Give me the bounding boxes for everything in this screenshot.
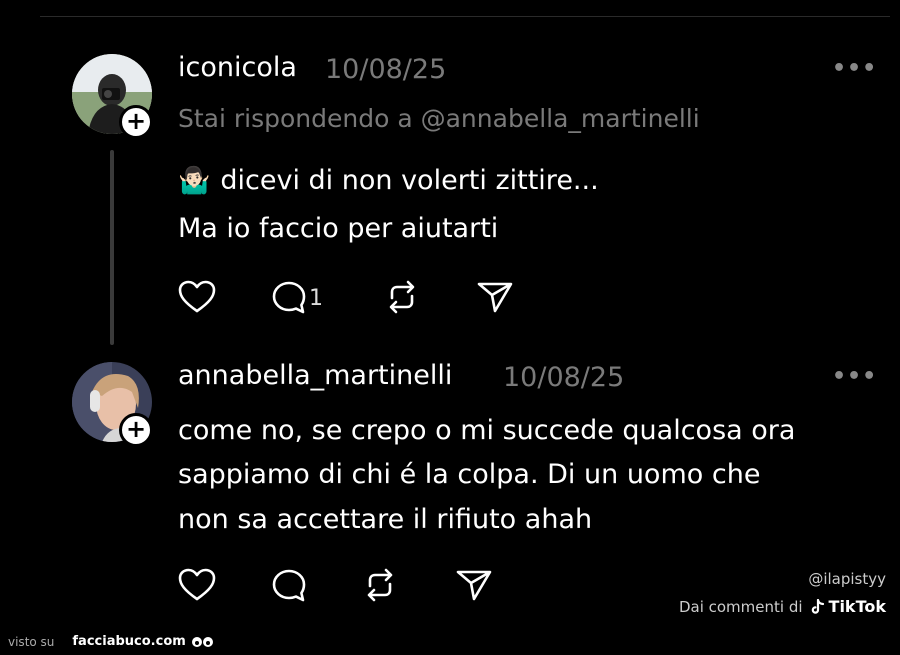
like-button[interactable] <box>178 280 216 314</box>
post-text-line: Ma io faccio per aiutarti <box>178 213 499 244</box>
username[interactable]: iconicola <box>178 52 297 83</box>
heart-icon <box>178 280 216 313</box>
reply-to-label: Stai rispondendo a @annabella_martinelli <box>178 104 700 133</box>
post-text-line: come no, se crepo o mi succede qualcosa … <box>178 415 796 446</box>
share-button[interactable] <box>455 568 493 602</box>
more-icon[interactable]: ••• <box>832 56 877 81</box>
post-date: 10/08/25 <box>325 54 447 85</box>
repost-icon <box>367 568 393 602</box>
site-footer: visto su facciabuco.com <box>8 634 213 649</box>
seen-on-label: visto su <box>8 634 55 649</box>
tiktok-attribution: Dai commenti di TikTok <box>679 597 886 616</box>
post-text-line: 🤷🏻‍♂️ dicevi di non volerti zittire... <box>178 158 599 204</box>
repost-button[interactable] <box>384 280 420 314</box>
comment-button[interactable]: 1 <box>271 280 323 316</box>
shrug-emoji-icon: 🤷🏻‍♂️ <box>178 166 211 196</box>
eye-right-icon <box>202 636 213 647</box>
comment-count: 1 <box>309 285 323 311</box>
follow-plus-icon[interactable]: + <box>119 105 153 139</box>
follow-plus-icon[interactable]: + <box>119 413 153 447</box>
username[interactable]: annabella_martinelli <box>178 360 452 391</box>
comment-button[interactable] <box>271 568 307 604</box>
top-divider <box>40 16 890 17</box>
eye-left-icon <box>191 636 202 647</box>
tiktok-brand: TikTok <box>828 597 886 616</box>
share-icon <box>456 570 492 601</box>
eyes-logo-icon <box>191 636 213 647</box>
post-text-line: non sa accettare il rifiuto ahah <box>178 504 593 535</box>
heart-icon <box>178 568 216 601</box>
comment-icon <box>272 281 306 314</box>
comment-icon <box>272 569 306 602</box>
repost-button[interactable] <box>362 568 398 602</box>
post-text-line: sappiamo di chi é la colpa. Di un uomo c… <box>178 459 761 490</box>
repost-icon <box>389 280 415 314</box>
site-name[interactable]: facciabuco.com <box>72 634 185 649</box>
watermark-handle: @ilapistyy <box>808 570 886 588</box>
share-icon <box>477 282 513 313</box>
more-icon[interactable]: ••• <box>832 364 877 389</box>
tiktok-icon <box>811 598 824 614</box>
post-text-line-content: dicevi di non volerti zittire... <box>220 165 599 196</box>
share-button[interactable] <box>476 280 514 314</box>
post-date: 10/08/25 <box>503 362 625 393</box>
thread-line <box>110 150 114 345</box>
source-prefix: Dai commenti di <box>678 597 803 616</box>
like-button[interactable] <box>178 568 216 602</box>
